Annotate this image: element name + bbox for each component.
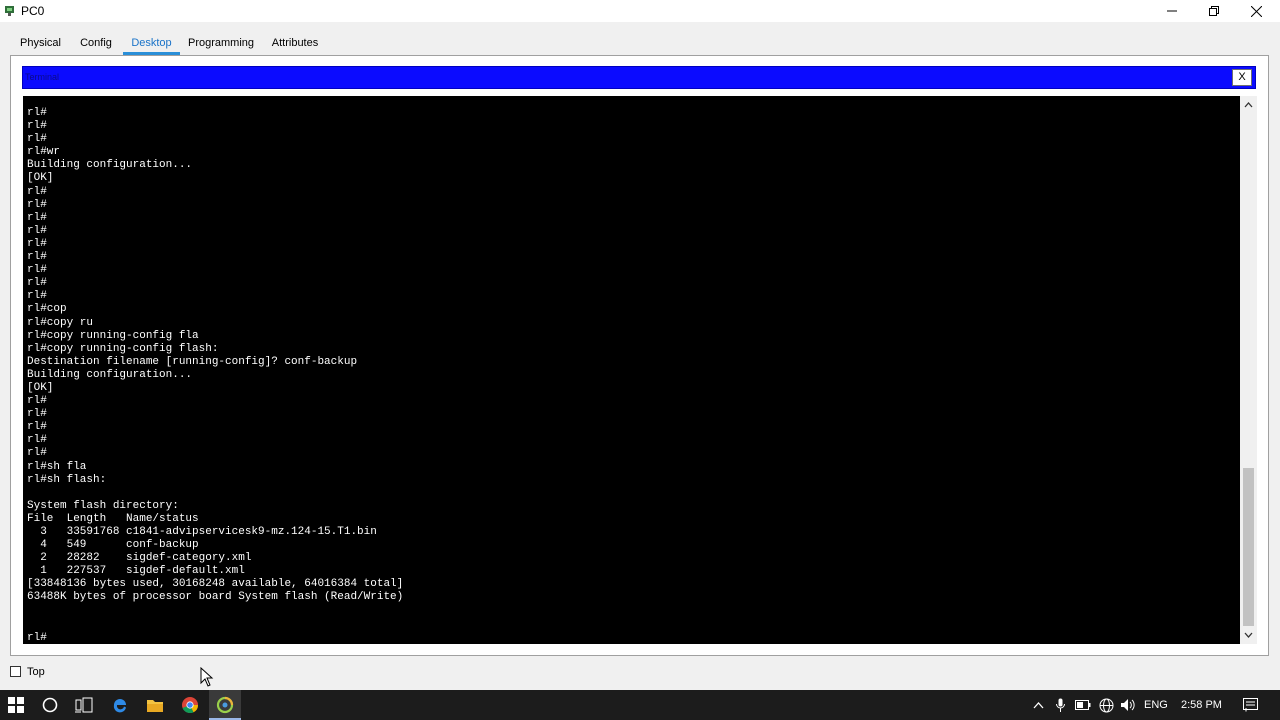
tab-physical[interactable]: Physical <box>12 34 69 54</box>
battery-icon <box>1075 700 1091 710</box>
task-view-icon <box>75 697 93 713</box>
packet-tracer-app-icon <box>5 6 14 16</box>
start-button[interactable] <box>0 690 32 720</box>
edge-taskbar-button[interactable] <box>104 690 136 720</box>
battery-button[interactable] <box>1074 690 1092 720</box>
taskbar: ENG 2:58 PM <box>0 690 1280 720</box>
input-language[interactable]: ENG <box>1144 690 1168 720</box>
tab-attributes[interactable]: Attributes <box>266 34 324 54</box>
file-explorer-taskbar-button[interactable] <box>139 690 171 720</box>
terminal-output: rl# rl# rl# rl#wr Building configuration… <box>27 107 404 604</box>
restore-button[interactable] <box>1192 0 1236 22</box>
clock-time[interactable]: 2:58 PM <box>1181 690 1222 720</box>
file-explorer-icon <box>147 700 163 712</box>
task-view-button[interactable] <box>68 690 100 720</box>
volume-button[interactable] <box>1119 690 1137 720</box>
mouse-cursor-icon <box>200 667 214 687</box>
globe-network-icon <box>1099 698 1113 712</box>
notification-icon <box>1242 698 1258 712</box>
tab-config[interactable]: Config <box>75 34 117 54</box>
window-titlebar: PC0 <box>0 0 1280 22</box>
tab-desktop[interactable]: Desktop <box>123 34 180 55</box>
top-checkbox[interactable] <box>10 666 21 677</box>
window-title: PC0 <box>21 4 45 18</box>
speaker-icon <box>1121 699 1135 711</box>
show-hidden-icons-button[interactable] <box>1030 690 1046 720</box>
minimize-button[interactable] <box>1150 0 1194 22</box>
cortana-icon <box>42 697 58 713</box>
terminal-close-button[interactable]: X <box>1232 69 1252 86</box>
close-icon <box>1250 5 1262 17</box>
chevron-up-icon <box>1244 102 1253 108</box>
tab-programming[interactable]: Programming <box>186 34 256 54</box>
edge-icon <box>113 699 126 713</box>
microphone-button[interactable] <box>1053 690 1067 720</box>
terminal-prompt[interactable]: rl# <box>27 632 47 644</box>
chrome-taskbar-button[interactable] <box>174 690 206 720</box>
microphone-icon <box>1055 698 1065 712</box>
terminal-title: Terminal <box>25 72 60 82</box>
chevron-down-icon <box>1244 632 1253 638</box>
minimize-icon <box>1167 10 1177 12</box>
scroll-up-button[interactable] <box>1240 98 1257 112</box>
chrome-icon <box>182 697 199 714</box>
restore-icon <box>1209 6 1219 16</box>
terminal-console[interactable]: rl# rl# rl# rl#wr Building configuration… <box>23 96 1240 644</box>
packet-tracer-taskbar-button[interactable] <box>209 690 241 720</box>
packet-tracer-icon <box>216 696 234 714</box>
scrollbar-thumb[interactable] <box>1243 468 1254 626</box>
chevron-up-icon <box>1033 701 1043 708</box>
close-window-button[interactable] <box>1234 0 1278 22</box>
network-button[interactable] <box>1097 690 1115 720</box>
terminal-header: Terminal X <box>22 66 1256 89</box>
top-checkbox-label: Top <box>27 666 45 678</box>
action-center-button[interactable] <box>1240 690 1260 720</box>
scroll-down-button[interactable] <box>1240 628 1257 642</box>
windows-start-icon <box>8 697 24 713</box>
terminal-scrollbar[interactable] <box>1240 96 1257 644</box>
cortana-button[interactable] <box>34 690 66 720</box>
